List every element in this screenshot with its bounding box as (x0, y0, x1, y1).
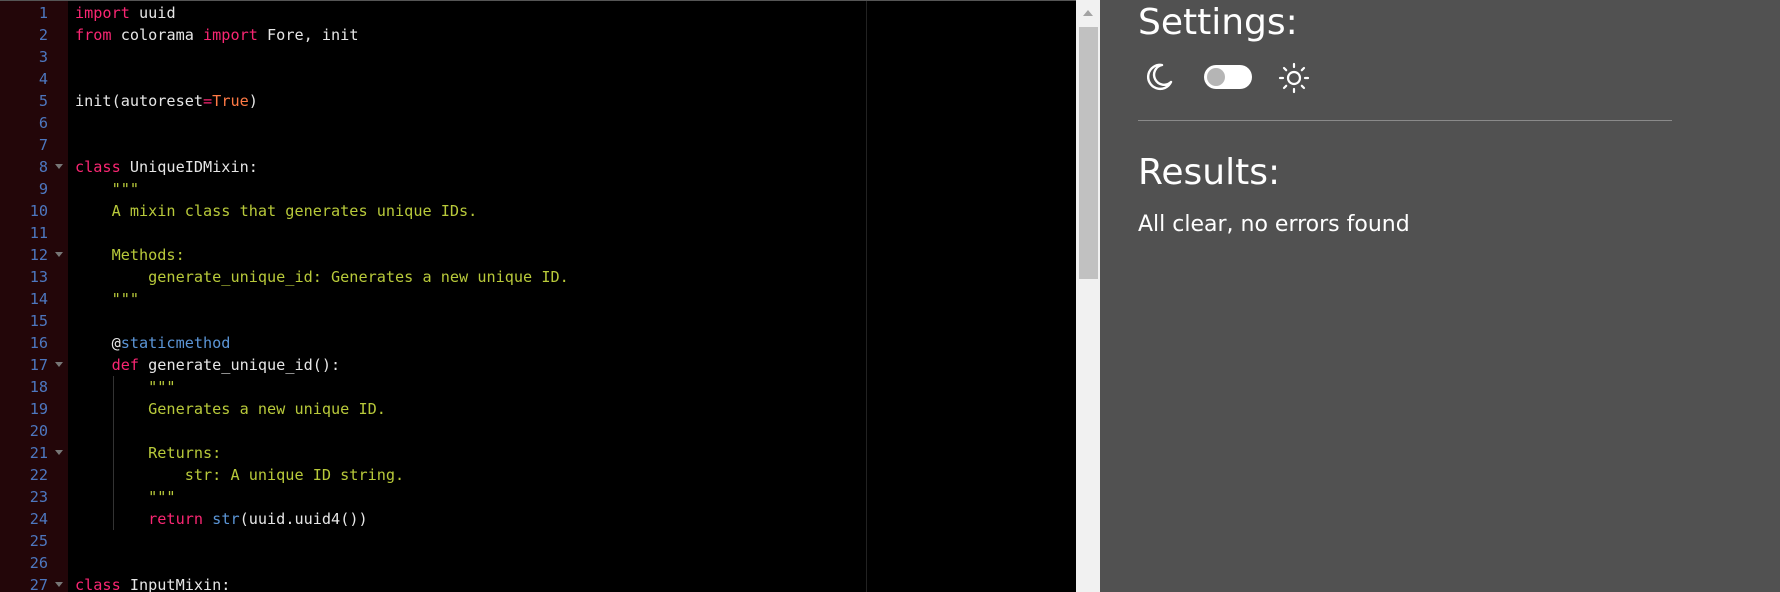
code-token: @ (75, 334, 121, 352)
code-line[interactable]: """ (75, 376, 176, 398)
line-number: 6 (38, 114, 48, 132)
code-line[interactable]: """ (75, 486, 176, 508)
results-heading: Results: (1138, 152, 1281, 193)
line-number: 4 (38, 70, 48, 88)
code-line[interactable]: """ (75, 288, 139, 310)
line-number: 19 (29, 400, 48, 418)
results-message: All clear, no errors found (1138, 212, 1410, 237)
code-line[interactable]: generate_unique_id: Generates a new uniq… (75, 266, 569, 288)
line-number: 22 (29, 466, 48, 484)
code-line[interactable]: def generate_unique_id(): (75, 354, 341, 376)
sun-icon (1278, 62, 1310, 94)
line-number: 18 (29, 378, 48, 396)
code-line[interactable]: A mixin class that generates unique IDs. (75, 200, 478, 222)
scrollbar-thumb[interactable] (1079, 27, 1098, 279)
code-editor[interactable]: 1 2 3 4 5 6 7 8 9 10 11 12 13 14 15 16 17 18 19 20 21 22 23 24 2… (0, 0, 1076, 592)
code-line[interactable]: Methods: (75, 244, 185, 266)
code-token: str: A unique ID string. (75, 466, 405, 484)
line-number: 2 (38, 26, 48, 44)
code-token: colorama (111, 26, 204, 44)
code-token: """ (75, 488, 176, 506)
code-token: staticmethod (120, 334, 231, 352)
code-token: Methods: (75, 246, 185, 264)
code-token: A mixin class that generates unique IDs. (75, 202, 478, 220)
line-number: 16 (29, 334, 48, 352)
line-number: 11 (29, 224, 48, 242)
divider (1138, 120, 1672, 121)
code-token: """ (75, 180, 140, 198)
code-token: (uuid.uuid4()) (239, 510, 368, 528)
code-token: class (75, 158, 121, 176)
code-token: True (212, 92, 249, 110)
settings-heading: Settings: (1138, 2, 1298, 43)
code-line[interactable]: from colorama import Fore, init (75, 24, 358, 46)
line-number: 24 (29, 510, 48, 528)
line-number: 27 (29, 576, 48, 592)
code-token: import (75, 4, 130, 22)
line-number: 5 (38, 92, 48, 110)
moon-icon (1147, 63, 1173, 91)
theme-toggle[interactable] (1204, 65, 1252, 89)
fold-arrow-icon[interactable] (55, 252, 63, 257)
line-number: 21 (29, 444, 48, 462)
code-token: import (203, 26, 258, 44)
line-number: 23 (29, 488, 48, 506)
fold-arrow-icon[interactable] (55, 362, 63, 367)
line-number: 26 (29, 554, 48, 572)
code-line[interactable]: Returns: (75, 442, 221, 464)
code-line[interactable]: init(autoreset=True) (75, 90, 258, 112)
code-token: generate_unique_id: Generates a new uniq… (75, 268, 569, 286)
scroll-up-arrow-icon[interactable] (1083, 10, 1093, 16)
fold-arrow-icon[interactable] (55, 164, 63, 169)
line-number: 1 (38, 4, 48, 22)
line-number: 14 (29, 290, 48, 308)
line-number: 8 (38, 158, 48, 176)
line-number: 12 (29, 246, 48, 264)
fold-arrow-icon[interactable] (55, 450, 63, 455)
code-line[interactable]: @staticmethod (75, 332, 231, 354)
line-number: 20 (29, 422, 48, 440)
code-token: ) (248, 92, 258, 110)
code-token: """ (75, 290, 140, 308)
code-token: = (203, 92, 213, 110)
code-token: uuid (129, 4, 176, 22)
line-number: 10 (29, 202, 48, 220)
toggle-knob (1207, 68, 1225, 86)
line-number: 17 (29, 356, 48, 374)
line-number: 3 (38, 48, 48, 66)
code-line[interactable]: return str(uuid.uuid4()) (75, 508, 368, 530)
results-panel: Settings: Results: All clear, no errors … (1100, 0, 1780, 592)
code-line[interactable]: Generates a new unique ID. (75, 398, 386, 420)
code-token: InputMixin: (120, 576, 231, 592)
code-token: UniqueIDMixin: (120, 158, 258, 176)
line-number: 25 (29, 532, 48, 550)
code-token: return (75, 510, 204, 528)
code-token: str (212, 510, 240, 528)
line-number: 9 (38, 180, 48, 198)
indent-guide (112, 376, 114, 530)
line-number: 15 (29, 312, 48, 330)
code-token: generate_unique_id(): (139, 356, 341, 374)
code-token: def (75, 356, 140, 374)
code-token: Fore, init (257, 26, 359, 44)
code-token: from (75, 26, 112, 44)
code-token: Generates a new unique ID. (75, 400, 386, 418)
code-line[interactable]: import uuid (75, 2, 176, 24)
line-number: 13 (29, 268, 48, 286)
line-number: 7 (38, 136, 48, 154)
code-line[interactable]: """ (75, 178, 139, 200)
code-token: """ (75, 378, 176, 396)
code-line[interactable]: class UniqueIDMixin: (75, 156, 258, 178)
code-token: init(autoreset (75, 92, 204, 110)
code-token: Returns: (75, 444, 222, 462)
fold-arrow-icon[interactable] (55, 582, 63, 587)
code-token: class (75, 576, 121, 592)
code-content[interactable]: import uuid from colorama import Fore, in… (75, 1, 1075, 592)
code-line[interactable]: str: A unique ID string. (75, 464, 404, 486)
code-line[interactable]: class InputMixin: (75, 574, 230, 592)
